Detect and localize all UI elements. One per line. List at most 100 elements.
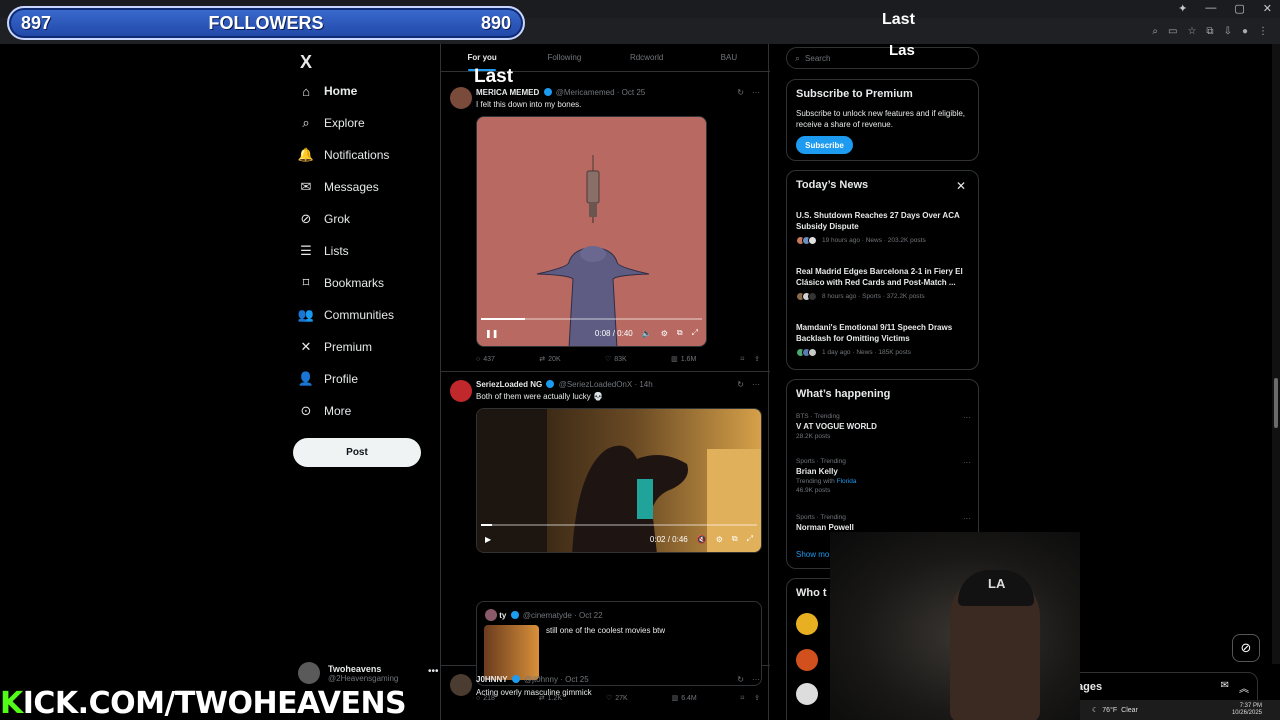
tweet-handle[interactable]: @jt0hnny [524, 675, 558, 684]
pause-icon[interactable]: ❚❚ [485, 329, 498, 338]
pip-icon[interactable]: ⧉ [732, 534, 738, 544]
download-icon[interactable]: ⇩ [1224, 26, 1232, 37]
trend-item[interactable]: Sports · Trending Brian Kelly Trending w… [796, 458, 971, 494]
volume-icon[interactable]: 🔈 [642, 329, 652, 338]
grok-explain-icon[interactable]: ↻ [737, 380, 744, 389]
sidebar-item-communities[interactable]: 👥 Communities [298, 304, 394, 326]
compose-message-icon[interactable]: ✉ [1221, 680, 1229, 695]
collapse-icon[interactable]: ︽ [1239, 680, 1249, 695]
tweet-time[interactable]: 14h [639, 380, 652, 389]
sidebar-item-lists[interactable]: ☰ Lists [298, 240, 349, 262]
more-dots-icon[interactable]: ··· [963, 458, 971, 467]
more-dots-icon[interactable]: ··· [752, 380, 760, 389]
tweet-time[interactable]: Oct 25 [622, 88, 646, 97]
tweet-time[interactable]: Oct 25 [565, 675, 589, 684]
search-input[interactable] [805, 53, 956, 63]
zoom-icon[interactable]: ⌕ [1152, 26, 1158, 37]
new-tab-icon[interactable]: ✦ [1178, 2, 1187, 15]
sidebar-item-profile[interactable]: 👤 Profile [298, 368, 358, 390]
sidebar-item-messages[interactable]: ✉ Messages [298, 176, 379, 198]
star-icon[interactable]: ☆ [1187, 26, 1196, 37]
tweet[interactable]: J0HNNY @jt0hnny · Oct 25 ↻ ··· Acting ov… [441, 667, 770, 720]
quote-handle[interactable]: @cinematyde [523, 611, 572, 620]
grok-explain-icon[interactable]: ↻ [737, 675, 744, 684]
news-item[interactable]: Real Madrid Edges Barcelona 2-1 in Fiery… [796, 267, 971, 301]
sidebar-item-grok[interactable]: ⊘ Grok [298, 208, 350, 230]
clock[interactable]: 7:37 PM 10/26/2025 [1232, 703, 1262, 716]
avatar[interactable] [450, 380, 472, 402]
news-item[interactable]: Mamdani's Emotional 9/11 Speech Draws Ba… [796, 323, 971, 357]
more-dots-icon[interactable]: ··· [963, 413, 971, 422]
tab-bau[interactable]: BAU [688, 44, 770, 71]
cast-icon[interactable]: ▭ [1168, 26, 1177, 37]
account-switcher[interactable]: Twoheavens @2Heavensgaming ••• [298, 662, 439, 684]
extensions-icon[interactable]: ⧉ [1206, 26, 1213, 37]
tweet-author-name[interactable]: SeriezLoaded NG [476, 380, 542, 389]
settings-gear-icon[interactable]: ⚙ [661, 329, 668, 338]
views-button[interactable]: ▥ 1.6M [671, 355, 696, 364]
messages-drawer[interactable]: ages ✉ ︽ [1068, 672, 1258, 702]
reply-button[interactable]: ○ 437 [476, 355, 495, 363]
sidebar-item-explore[interactable]: ⌕ Explore [298, 112, 364, 134]
fullscreen-icon[interactable]: ⤢ [692, 328, 698, 338]
tweet[interactable]: SeriezLoaded NG @SeriezLoadedOnX · 14h ↻… [441, 372, 770, 702]
fullscreen-icon[interactable]: ⤢ [747, 534, 753, 544]
quote-author-name[interactable]: ty [499, 611, 506, 620]
x-logo[interactable]: X [300, 52, 312, 73]
more-dots-icon[interactable]: ••• [428, 666, 439, 677]
more-dots-icon[interactable]: ··· [752, 675, 760, 684]
sidebar-item-home[interactable]: ⌂ Home [298, 80, 357, 102]
tweet-handle[interactable]: @SeriezLoadedOnX [559, 380, 633, 389]
kebab-menu-icon[interactable]: ⋮ [1258, 26, 1268, 37]
trend-item[interactable]: Sports · Trending Norman Powell ··· [796, 514, 971, 532]
avatar[interactable] [796, 613, 818, 635]
sidebar-item-bookmarks[interactable]: ⌑ Bookmarks [298, 272, 384, 294]
show-more-link[interactable]: Show mo [796, 550, 829, 559]
close-icon[interactable]: ✕ [956, 179, 966, 193]
sidebar-item-more[interactable]: ⊙ More [298, 400, 352, 422]
news-item[interactable]: U.S. Shutdown Reaches 27 Days Over ACA S… [796, 211, 971, 245]
trend-link[interactable]: Florida [837, 478, 857, 485]
post-button[interactable]: Post [293, 438, 421, 467]
share-icon[interactable]: ⇪ [754, 355, 760, 363]
tweet-handle[interactable]: @Mericamemed [556, 88, 615, 97]
more-dots-icon[interactable]: ··· [963, 514, 971, 523]
more-dots-icon[interactable]: ··· [752, 88, 760, 97]
grok-explain-icon[interactable]: ↻ [737, 88, 744, 97]
tab-following[interactable]: Following [523, 44, 605, 71]
subscribe-button[interactable]: Subscribe [796, 136, 853, 154]
reply-icon: ○ [476, 355, 481, 363]
like-button[interactable]: ♡ 83K [605, 355, 627, 364]
trend-item[interactable]: BTS · Trending V AT VOGUE WORLD 28.2K po… [796, 413, 971, 440]
repost-button[interactable]: ⇄ 20K [539, 355, 560, 364]
tweet[interactable]: MERICA MEMED @Mericamemed · Oct 25 ↻ ···… [441, 73, 770, 372]
tweet-video[interactable]: ▶ 0:02 / 0:46 🔇 ⚙ ⧉ ⤢ [476, 408, 762, 553]
sidebar-item-notifications[interactable]: 🔔 Notifications [298, 144, 389, 166]
tab-rdcworld[interactable]: Rdcworld [606, 44, 688, 71]
scrollbar-thumb[interactable] [1274, 378, 1278, 428]
tweet-author-name[interactable]: MERICA MEMED [476, 88, 539, 97]
avatar[interactable] [485, 609, 497, 621]
grok-float-button[interactable]: ⊘ [1232, 634, 1260, 662]
tweet-video[interactable]: ❚❚ 0:08 / 0:40 🔈 ⚙ ⧉ ⤢ [476, 116, 707, 347]
bookmark-icon[interactable]: ⌑ [741, 355, 745, 363]
profile-icon[interactable]: ● [1242, 26, 1248, 37]
avatar[interactable] [450, 87, 472, 109]
quote-time[interactable]: Oct 22 [579, 611, 603, 620]
avatar[interactable] [796, 649, 818, 671]
settings-gear-icon[interactable]: ⚙ [716, 535, 723, 544]
sidebar-item-premium[interactable]: ✕ Premium [298, 336, 372, 358]
page-scrollbar[interactable] [1272, 44, 1280, 664]
video-progress[interactable] [481, 318, 702, 320]
avatar[interactable] [796, 683, 818, 705]
mute-icon[interactable]: 🔇 [697, 535, 707, 544]
search-box[interactable]: ⌕ [786, 47, 979, 69]
minimize-icon[interactable]: — [1205, 2, 1216, 15]
video-progress[interactable] [481, 524, 757, 526]
maximize-icon[interactable]: ▢ [1234, 2, 1244, 15]
close-window-icon[interactable]: ✕ [1263, 2, 1272, 15]
tweet-author-name[interactable]: J0HNNY [476, 675, 508, 684]
pip-icon[interactable]: ⧉ [677, 328, 683, 338]
play-icon[interactable]: ▶ [485, 535, 491, 544]
avatar[interactable] [450, 674, 472, 696]
